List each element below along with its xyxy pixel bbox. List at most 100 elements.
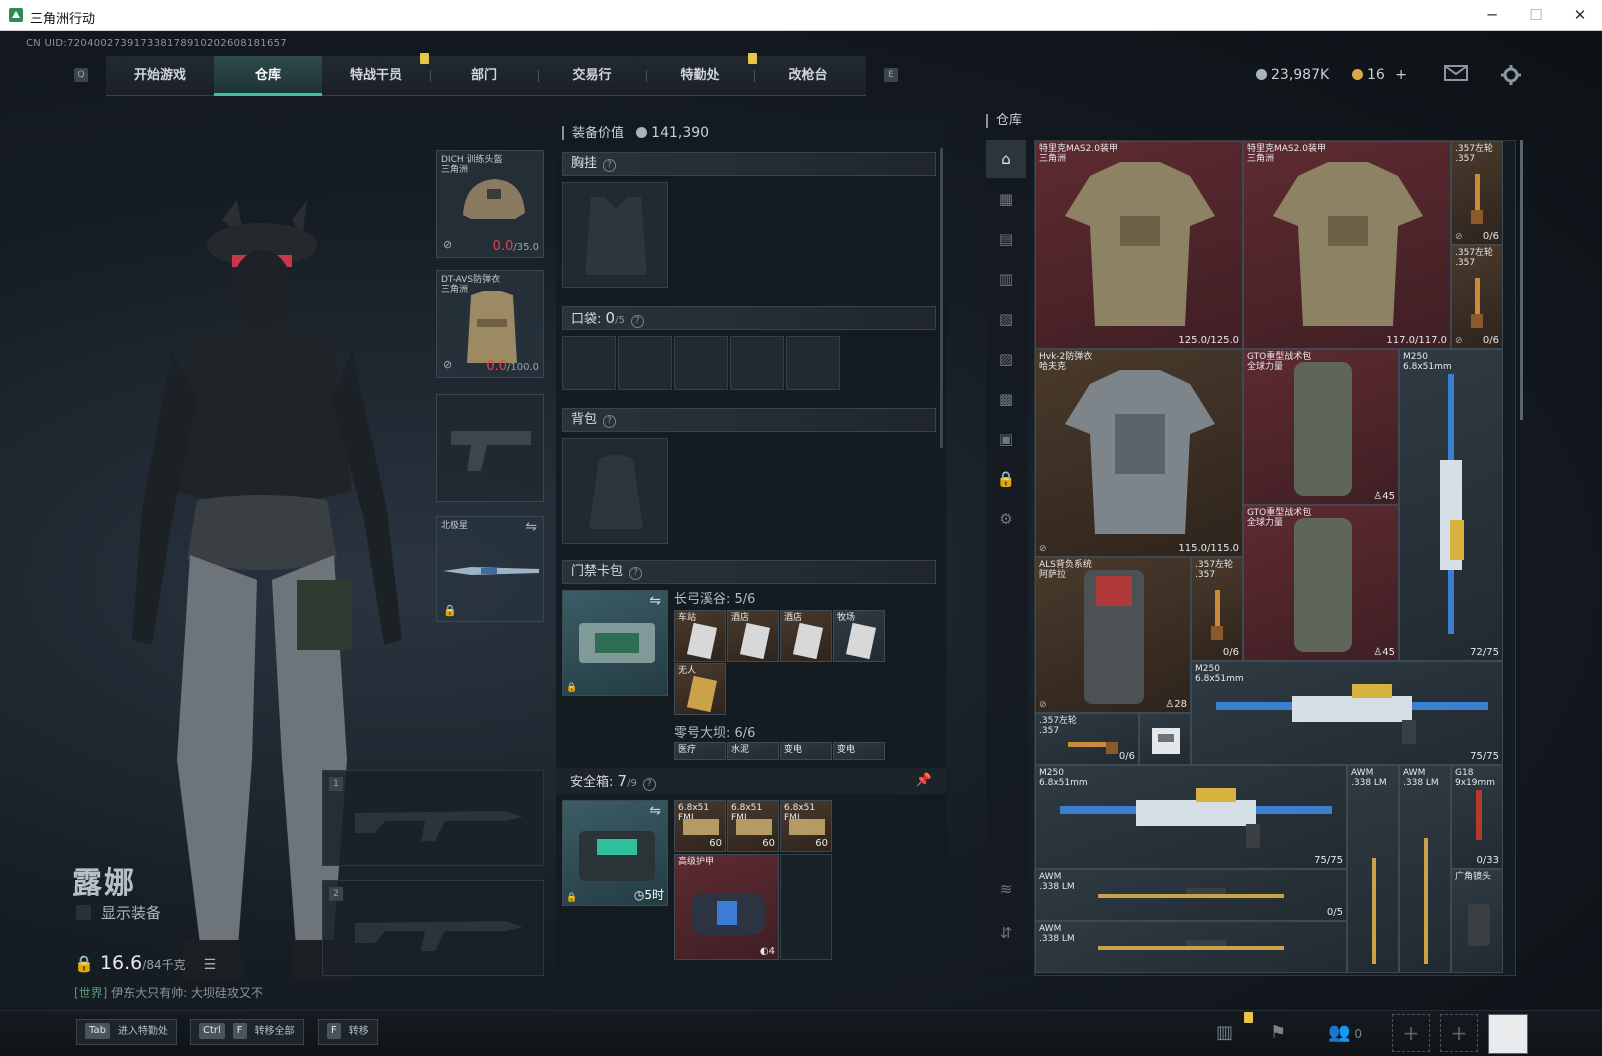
- stash-item[interactable]: G18 9x19mm 0/33: [1451, 765, 1503, 869]
- keycard-item[interactable]: 水泥: [727, 742, 779, 760]
- sort-icon[interactable]: ⇵: [986, 914, 1026, 952]
- pin-icon[interactable]: 📌: [916, 768, 932, 794]
- help-icon[interactable]: ?: [629, 567, 643, 580]
- stash-item[interactable]: GTO重型战术包 全球力量 ♙45: [1243, 349, 1399, 505]
- primary-weapon-slot[interactable]: 1: [322, 770, 544, 866]
- stats-chart-icon[interactable]: ▥: [1216, 1022, 1233, 1043]
- nav-key-e[interactable]: E: [884, 68, 898, 82]
- transfer-button[interactable]: F 转移: [318, 1019, 378, 1045]
- invite-slot-button[interactable]: +: [1392, 1014, 1430, 1052]
- armor-slot[interactable]: DT-AVS防弹衣 三角洲 ⊘ 0.0/100.0: [436, 270, 544, 378]
- secondary-weapon-slot[interactable]: 2: [322, 880, 544, 976]
- category-armor-icon[interactable]: ▦: [986, 180, 1026, 218]
- keycard-item[interactable]: 牧场: [833, 610, 885, 662]
- stash-item[interactable]: 特里克MAS2.0装甲 三角洲 117.0/117.0: [1243, 141, 1451, 349]
- category-locked-icon[interactable]: 🔒: [986, 460, 1026, 498]
- category-keys-icon[interactable]: ▩: [986, 380, 1026, 418]
- tab-gunsmith[interactable]: 改枪台: [754, 56, 862, 96]
- mail-icon[interactable]: [1444, 64, 1468, 82]
- help-icon[interactable]: ?: [603, 415, 617, 428]
- enter-special-service-button[interactable]: Tab 进入特勤处: [76, 1019, 177, 1045]
- category-weapon-icon[interactable]: ▤: [986, 220, 1026, 258]
- keycard-item[interactable]: 酒店: [780, 610, 832, 662]
- stash-item[interactable]: M250 6.8x51mm 75/75: [1191, 661, 1503, 765]
- stash-item[interactable]: .357左轮 .357 ⊘ 0/6: [1451, 141, 1503, 245]
- stash-item[interactable]: 广角镜头: [1451, 869, 1503, 973]
- stash-item[interactable]: AWM .338 LM: [1035, 921, 1347, 973]
- checkbox-icon[interactable]: [76, 905, 91, 920]
- invite-slot-button[interactable]: +: [1440, 1014, 1478, 1052]
- player-avatar[interactable]: [1488, 1014, 1528, 1054]
- tab-market[interactable]: 交易行: [538, 56, 646, 96]
- stash-item[interactable]: GTO重型战术包 全球力量 ♙45: [1243, 505, 1399, 661]
- nav-key-q[interactable]: Q: [74, 68, 88, 82]
- close-button[interactable]: ✕: [1560, 4, 1600, 26]
- helmet-slot[interactable]: DICH 训练头盔 三角洲 ⊘ 0.0/35.0: [436, 150, 544, 258]
- stack-icon[interactable]: ≋: [986, 870, 1026, 908]
- team-icon[interactable]: 👥 0: [1328, 1022, 1362, 1043]
- keycard-item[interactable]: 酒店: [727, 610, 779, 662]
- category-misc-icon[interactable]: ▣: [986, 420, 1026, 458]
- keycard-item[interactable]: 变电: [780, 742, 832, 760]
- keycard-item[interactable]: 车站: [674, 610, 726, 662]
- pocket-slot[interactable]: [562, 336, 616, 390]
- stash-item[interactable]: M250 6.8x51mm 75/75: [1035, 765, 1347, 869]
- category-settings-icon[interactable]: ⚙: [986, 500, 1026, 538]
- flag-icon[interactable]: ⚑: [1270, 1022, 1286, 1043]
- stash-item[interactable]: Hvk-2防弹衣 哈夫克 ⊘ 115.0/115.0: [1035, 349, 1243, 557]
- swap-icon[interactable]: ⇋: [649, 593, 661, 609]
- coin-balance[interactable]: 23,987K: [1256, 67, 1329, 83]
- maximize-button[interactable]: ☐: [1516, 4, 1556, 26]
- loadout-scrollbar[interactable]: [940, 148, 943, 448]
- stash-item[interactable]: M250 6.8x51mm 72/75: [1399, 349, 1503, 661]
- pocket-slot[interactable]: [730, 336, 784, 390]
- settings-gear-icon[interactable]: [1500, 64, 1522, 86]
- safebox-case[interactable]: ⇋ 🔒 ◷5时: [562, 800, 668, 906]
- tab-department[interactable]: 部门: [430, 56, 538, 96]
- swap-icon[interactable]: ⇋: [649, 803, 661, 819]
- add-token-button[interactable]: +: [1395, 67, 1407, 83]
- stash-item[interactable]: [1139, 713, 1191, 765]
- help-icon[interactable]: ?: [603, 159, 617, 172]
- chest-rig-slot[interactable]: [562, 182, 668, 288]
- category-medical-icon[interactable]: ▨: [986, 340, 1026, 378]
- keycard-case[interactable]: ⇋ 🔒: [562, 590, 668, 696]
- minimize-button[interactable]: ─: [1472, 4, 1512, 26]
- tab-special-service[interactable]: 特勤处: [646, 56, 754, 96]
- ammo-item[interactable]: 6.8x51 FMJ 60: [727, 800, 779, 852]
- keycard-item[interactable]: 变电: [833, 742, 885, 760]
- category-all-icon[interactable]: ⌂: [986, 140, 1026, 178]
- show-gear-toggle[interactable]: 显示装备: [76, 902, 161, 923]
- pocket-slot[interactable]: [674, 336, 728, 390]
- stash-scrollbar[interactable]: [1520, 140, 1523, 420]
- category-gear-icon[interactable]: ▧: [986, 300, 1026, 338]
- stash-item[interactable]: AWM .338 LM: [1399, 765, 1451, 973]
- list-icon[interactable]: ☰: [204, 957, 217, 973]
- ammo-item[interactable]: 6.8x51 FMJ 60: [780, 800, 832, 852]
- stash-item[interactable]: AWM .338 LM: [1347, 765, 1399, 973]
- keycard-item[interactable]: 无人: [674, 663, 726, 715]
- pocket-slot[interactable]: [786, 336, 840, 390]
- armor-plate-item[interactable]: 高级护甲 ◐4: [674, 854, 779, 960]
- token-balance[interactable]: 16 +: [1352, 67, 1407, 83]
- stash-item[interactable]: .357左轮 .357 ⊘ 0/6: [1451, 245, 1503, 349]
- stash-item[interactable]: .357左轮 .357 0/6: [1191, 557, 1243, 661]
- melee-slot[interactable]: 北极星 ⇋ 🔒: [436, 516, 544, 622]
- pistol-slot[interactable]: [436, 394, 544, 502]
- category-ammo-icon[interactable]: ▥: [986, 260, 1026, 298]
- ammo-item[interactable]: 6.8x51 FMJ 60: [674, 800, 726, 852]
- tab-start-game[interactable]: 开始游戏: [106, 56, 214, 96]
- world-chat[interactable]: [世界] 伊东大只有帅: 大坝硅攻又不: [74, 984, 263, 1001]
- tab-operators[interactable]: 特战干员: [322, 56, 430, 96]
- swap-icon[interactable]: ⇋: [525, 519, 537, 535]
- stash-item[interactable]: ALS背负系统 阿萨拉 ⊘ ♙28: [1035, 557, 1191, 713]
- stash-item[interactable]: AWM .338 LM 0/5: [1035, 869, 1347, 921]
- backpack-slot[interactable]: [562, 438, 668, 544]
- keycard-item[interactable]: 医疗: [674, 742, 726, 760]
- transfer-all-button[interactable]: Ctrl F 转移全部: [190, 1019, 304, 1045]
- stash-item[interactable]: 特里克MAS2.0装甲 三角洲 125.0/125.0: [1035, 141, 1243, 349]
- help-icon[interactable]: ?: [630, 315, 644, 328]
- tab-warehouse[interactable]: 仓库: [214, 56, 322, 96]
- stash-item[interactable]: .357左轮 .357 0/6: [1035, 713, 1139, 765]
- help-icon[interactable]: ?: [642, 778, 656, 791]
